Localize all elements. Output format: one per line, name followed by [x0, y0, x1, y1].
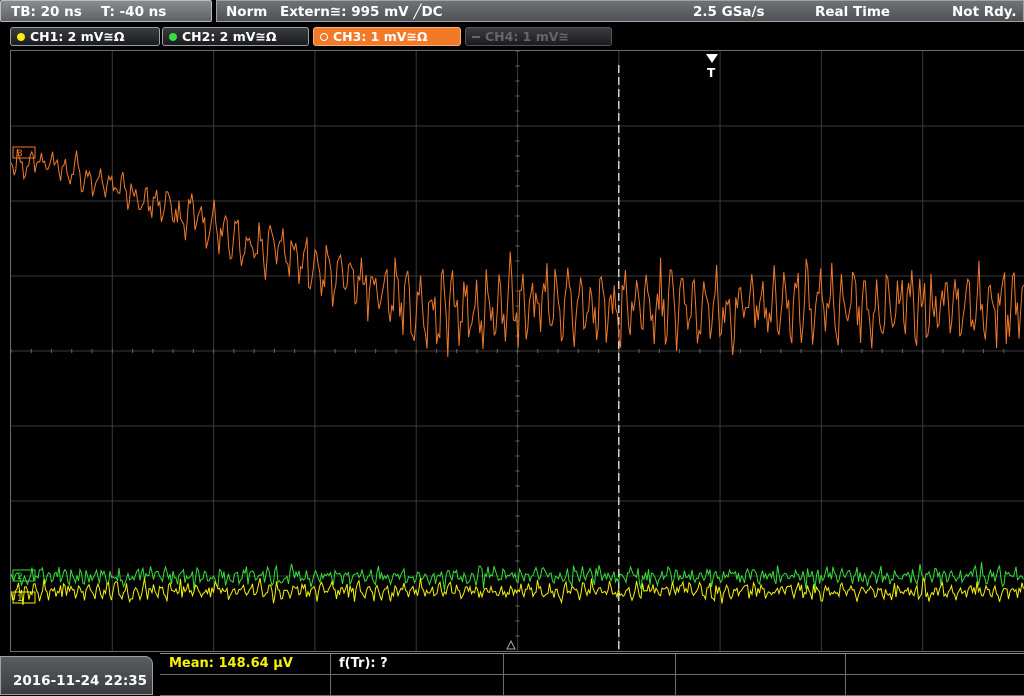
measurement-cell-ftr[interactable]: f(Tr): ? — [331, 654, 504, 675]
waveform-display[interactable]: 3 2 1 T — [10, 50, 1024, 652]
channel-bar: CH1: 2 mV≅Ω CH2: 2 mV≅Ω CH3: 1 mV≅Ω CH4:… — [0, 25, 1024, 49]
measurement-cell-empty-7[interactable] — [676, 675, 846, 696]
measurement-cell-mean[interactable]: Mean: 148.64 µV — [160, 654, 331, 675]
channel-3-label: CH3: 1 mV≅Ω — [333, 29, 428, 44]
acquisition-mode: Real Time — [815, 4, 891, 20]
timebase-panel[interactable]: TB: 20 ns T: -40 ns — [0, 0, 212, 22]
trigger-source: Extern≅: 995 mV ╱DC — [280, 4, 443, 20]
trigger-offset-icon — [506, 639, 516, 650]
measurement-cell-empty-8[interactable] — [846, 675, 1024, 696]
datetime-panel: 2016-11-24 22:35 — [0, 656, 153, 695]
trigger-offset-value: T: -40 ns — [101, 4, 167, 20]
channel-3-marker-label: 3 — [17, 149, 23, 159]
measurement-cell-empty-1[interactable] — [504, 654, 676, 675]
channel-1-label: CH1: 2 mV≅Ω — [30, 29, 125, 44]
channel-3-indicator-icon — [320, 33, 328, 41]
channel-4-button[interactable]: CH4: 1 mV≅ — [465, 27, 612, 46]
mean-measurement: Mean: 148.64 µV — [169, 656, 293, 671]
waveform-canvas: 3 2 1 T — [10, 50, 1024, 651]
measurement-cell-empty-6[interactable] — [504, 675, 676, 696]
status-bar: TB: 20 ns T: -40 ns Norm Extern≅: 995 mV… — [0, 0, 1024, 24]
channel-1-button[interactable]: CH1: 2 mV≅Ω — [10, 27, 160, 46]
channel-1-indicator-icon — [17, 33, 25, 41]
trigger-mode: Norm — [226, 4, 268, 20]
channel-2-marker-label: 2 — [17, 572, 23, 582]
channel-4-label: CH4: 1 mV≅ — [485, 29, 569, 44]
measurement-cell-empty-5[interactable] — [331, 675, 504, 696]
trigger-arrow-icon — [706, 54, 718, 63]
channel-1-marker-label: 1 — [17, 594, 23, 604]
channel-2-indicator-icon — [169, 33, 177, 41]
trigger-position-marker[interactable]: T — [706, 54, 718, 80]
trigger-panel[interactable]: Norm Extern≅: 995 mV ╱DC 2.5 GSa/s Real … — [216, 0, 1024, 22]
measurement-panel[interactable]: Mean: 148.64 µV f(Tr): ? — [160, 653, 1024, 696]
measurement-cell-empty-3[interactable] — [846, 654, 1024, 675]
ftr-measurement: f(Tr): ? — [339, 656, 388, 671]
trigger-status: Not Rdy. — [952, 4, 1017, 20]
measurement-cell-empty-2[interactable] — [676, 654, 846, 675]
trigger-marker-label: T — [707, 66, 716, 80]
channel-3-button[interactable]: CH3: 1 mV≅Ω — [313, 27, 461, 46]
datetime-value: 2016-11-24 22:35 — [13, 673, 148, 689]
graticule-grid — [10, 50, 1024, 651]
measurement-cell-empty-4[interactable] — [160, 675, 331, 696]
channel-2-label: CH2: 2 mV≅Ω — [182, 29, 277, 44]
sample-rate: 2.5 GSa/s — [693, 4, 765, 20]
channel-4-indicator-icon — [472, 36, 480, 38]
timebase-value: TB: 20 ns — [11, 4, 82, 20]
channel-2-button[interactable]: CH2: 2 mV≅Ω — [162, 27, 309, 46]
bottom-bar: 2016-11-24 22:35 Mean: 148.64 µV f(Tr): … — [0, 653, 1024, 696]
